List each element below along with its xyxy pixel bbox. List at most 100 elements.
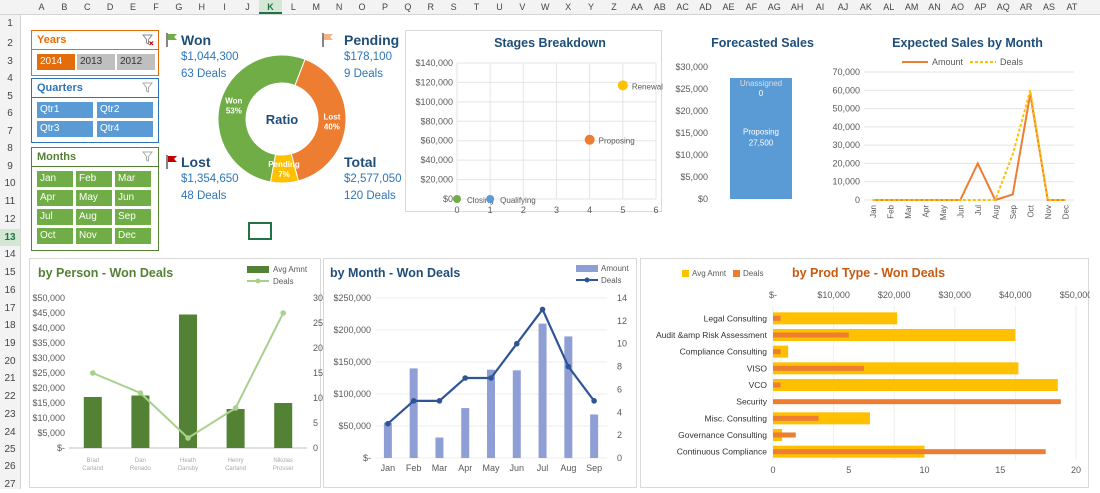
row-header-23[interactable]: 23 [0, 406, 20, 423]
row-header-21[interactable]: 21 [0, 370, 20, 387]
row-header-5[interactable]: 5 [0, 88, 20, 105]
column-header-w[interactable]: W [534, 0, 557, 14]
row-header-7[interactable]: 7 [0, 123, 20, 140]
row-header-6[interactable]: 6 [0, 105, 20, 122]
row-header-26[interactable]: 26 [0, 458, 20, 475]
column-header-f[interactable]: F [145, 0, 168, 14]
y-tick-label: 0 [855, 195, 860, 205]
column-header-ac[interactable]: AC [671, 0, 694, 14]
clear-filter-icon[interactable] [142, 82, 154, 94]
column-header-s[interactable]: S [442, 0, 465, 14]
slicer-item-jul[interactable]: Jul [37, 209, 73, 225]
column-header-ah[interactable]: AH [786, 0, 809, 14]
column-header-ae[interactable]: AE [717, 0, 740, 14]
slicer-item-2014[interactable]: 2014 [37, 54, 75, 70]
slicer-item-qtr4[interactable]: Qtr4 [97, 121, 153, 137]
row-header-20[interactable]: 20 [0, 353, 20, 370]
column-header-z[interactable]: Z [603, 0, 626, 14]
row-header-16[interactable]: 16 [0, 282, 20, 299]
column-header-ap[interactable]: AP [969, 0, 992, 14]
column-header-as[interactable]: AS [1038, 0, 1061, 14]
column-header-p[interactable]: P [374, 0, 397, 14]
row-header-3[interactable]: 3 [0, 53, 20, 70]
column-header-aa[interactable]: AA [625, 0, 648, 14]
row-header-9[interactable]: 9 [0, 158, 20, 175]
slicer-item-apr[interactable]: Apr [37, 190, 73, 206]
row-header-25[interactable]: 25 [0, 441, 20, 458]
slicer-item-nov[interactable]: Nov [76, 228, 112, 244]
slicer-item-qtr3[interactable]: Qtr3 [37, 121, 93, 137]
legend-amount: Amount [932, 57, 964, 67]
column-header-b[interactable]: B [53, 0, 76, 14]
column-header-al[interactable]: AL [877, 0, 900, 14]
column-header-h[interactable]: H [190, 0, 213, 14]
column-header-ak[interactable]: AK [854, 0, 877, 14]
column-header-t[interactable]: T [465, 0, 488, 14]
column-header-a[interactable]: A [30, 0, 53, 14]
column-header-ar[interactable]: AR [1015, 0, 1038, 14]
column-header-ao[interactable]: AO [946, 0, 969, 14]
row-header-18[interactable]: 18 [0, 317, 20, 334]
column-header-ad[interactable]: AD [694, 0, 717, 14]
column-header-j[interactable]: J [236, 0, 259, 14]
column-header-ab[interactable]: AB [648, 0, 671, 14]
slicer-item-2012[interactable]: 2012 [117, 54, 155, 70]
slicer-item-feb[interactable]: Feb [76, 171, 112, 187]
row-header-1[interactable]: 1 [0, 15, 20, 32]
clear-filter-icon[interactable] [142, 151, 154, 163]
slicer-item-oct[interactable]: Oct [37, 228, 73, 244]
slicer-item-sep[interactable]: Sep [115, 209, 151, 225]
y-tick-label: $0 [698, 194, 708, 204]
column-header-q[interactable]: Q [396, 0, 419, 14]
column-header-ai[interactable]: AI [809, 0, 832, 14]
row-header-8[interactable]: 8 [0, 140, 20, 157]
column-header-x[interactable]: X [557, 0, 580, 14]
slicer-item-jun[interactable]: Jun [115, 190, 151, 206]
column-header-k[interactable]: K [259, 0, 282, 14]
column-header-ag[interactable]: AG [763, 0, 786, 14]
row-header-19[interactable]: 19 [0, 335, 20, 352]
column-header-m[interactable]: M [305, 0, 328, 14]
column-header-r[interactable]: R [419, 0, 442, 14]
slicer-item-qtr2[interactable]: Qtr2 [97, 102, 153, 118]
row-header-14[interactable]: 14 [0, 246, 20, 263]
column-header-d[interactable]: D [99, 0, 122, 14]
clear-filter-icon[interactable] [142, 34, 154, 46]
row-header-12[interactable]: 12 [0, 211, 20, 228]
column-header-an[interactable]: AN [923, 0, 946, 14]
column-header-n[interactable]: N [328, 0, 351, 14]
row-header-17[interactable]: 17 [0, 300, 20, 317]
column-header-l[interactable]: L [282, 0, 305, 14]
slicer-item-2013[interactable]: 2013 [77, 54, 115, 70]
column-header-at[interactable]: AT [1061, 0, 1084, 14]
slicer-item-jan[interactable]: Jan [37, 171, 73, 187]
column-header-c[interactable]: C [76, 0, 99, 14]
row-header-10[interactable]: 10 [0, 175, 20, 192]
row-header-11[interactable]: 11 [0, 193, 20, 210]
column-header-aq[interactable]: AQ [992, 0, 1015, 14]
column-header-y[interactable]: Y [580, 0, 603, 14]
row-header-22[interactable]: 22 [0, 388, 20, 405]
row-header-27[interactable]: 27 [0, 476, 20, 493]
point-label-proposing: Proposing [599, 137, 635, 146]
active-cell[interactable] [248, 222, 272, 240]
slicer-item-may[interactable]: May [76, 190, 112, 206]
column-header-g[interactable]: G [167, 0, 190, 14]
column-header-aj[interactable]: AJ [832, 0, 855, 14]
column-header-u[interactable]: U [488, 0, 511, 14]
row-header-2[interactable]: 2 [0, 35, 20, 52]
column-header-e[interactable]: E [122, 0, 145, 14]
column-header-o[interactable]: O [351, 0, 374, 14]
column-header-v[interactable]: V [511, 0, 534, 14]
column-header-am[interactable]: AM [900, 0, 923, 14]
row-header-15[interactable]: 15 [0, 264, 20, 281]
row-header-4[interactable]: 4 [0, 70, 20, 87]
column-header-i[interactable]: I [213, 0, 236, 14]
slicer-item-mar[interactable]: Mar [115, 171, 151, 187]
row-header-13[interactable]: 13 [0, 229, 20, 246]
slicer-item-qtr1[interactable]: Qtr1 [37, 102, 93, 118]
column-header-af[interactable]: AF [740, 0, 763, 14]
slicer-item-aug[interactable]: Aug [76, 209, 112, 225]
slicer-item-dec[interactable]: Dec [115, 228, 151, 244]
row-header-24[interactable]: 24 [0, 424, 20, 441]
